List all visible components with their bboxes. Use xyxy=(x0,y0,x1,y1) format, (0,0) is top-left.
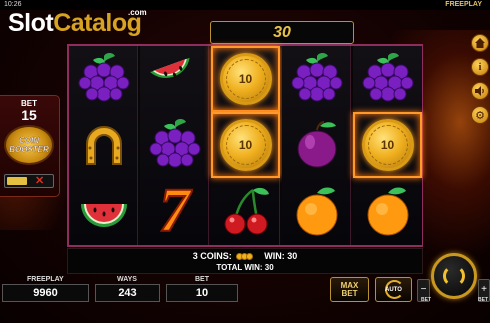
info-button[interactable]: i xyxy=(471,58,489,76)
spin-icon xyxy=(443,265,465,287)
freeplay-label: FREEPLAY xyxy=(27,276,64,283)
reel-cell xyxy=(282,178,351,244)
reel-cell xyxy=(353,46,422,112)
bet-value: 10 xyxy=(166,284,238,302)
win-result-line: 3 COINS: WIN: 30 xyxy=(68,251,422,261)
reel-cell xyxy=(69,46,138,112)
coin-icon: 10 xyxy=(219,53,272,105)
sound-button[interactable] xyxy=(471,82,489,100)
coins-count-label: 3 COINS: xyxy=(192,251,232,261)
reel-cell: 7 xyxy=(140,178,209,244)
reel-5: 10 xyxy=(353,46,422,245)
reel-cell xyxy=(140,112,209,178)
reel-1 xyxy=(69,46,138,245)
grapes-icon xyxy=(149,119,200,168)
booster-title-1: COIN xyxy=(19,136,39,145)
autoplay-button[interactable]: AUTO xyxy=(375,277,412,302)
reel-cell-winning: 10 xyxy=(211,46,280,112)
watermelon-icon xyxy=(149,57,190,78)
mode-label: FREEPLAY xyxy=(445,1,482,8)
bet-decrease-label: BET xyxy=(421,297,431,303)
reel-cell xyxy=(140,46,209,112)
home-icon xyxy=(475,38,485,48)
win-result-bar: 3 COINS: WIN: 30 TOTAL WIN: 30 xyxy=(67,248,423,274)
reels-frame: 7 10 10 10 xyxy=(67,44,423,247)
ways-label: WAYS xyxy=(117,276,137,283)
logo-suffix: .com xyxy=(128,8,147,17)
plum-icon xyxy=(297,121,336,168)
reel-cell xyxy=(211,178,280,244)
coin-icon: 10 xyxy=(219,119,272,171)
gear-icon: ⚙ xyxy=(475,109,485,122)
reel-4 xyxy=(282,46,351,245)
max-bet-button[interactable]: MAX BET xyxy=(330,277,369,302)
reel-cell xyxy=(69,112,138,178)
grapes-icon xyxy=(362,53,413,102)
win-amount-label: WIN: 30 xyxy=(264,251,298,261)
reel-cell xyxy=(282,46,351,112)
cherries-icon xyxy=(224,187,269,235)
horseshoe-icon xyxy=(85,126,122,165)
sound-icon xyxy=(475,86,484,96)
coin-value: 10 xyxy=(225,59,266,99)
total-win-label: TOTAL WIN: 30 xyxy=(216,263,274,272)
coin-value: 10 xyxy=(367,125,408,165)
coin-booster-panel: BET 15 COIN BOOSTER ✕ xyxy=(0,95,60,197)
reel-3: 10 10 xyxy=(211,46,280,245)
grapes-icon xyxy=(78,53,129,102)
seven-icon: 7 xyxy=(158,177,191,245)
logo: SlotCatalog xyxy=(8,9,142,38)
coin-booster-toggle[interactable]: ✕ xyxy=(4,174,54,188)
reel-cell-winning: 10 xyxy=(353,112,422,178)
coin-value: 10 xyxy=(225,125,266,165)
reel-cell xyxy=(69,178,138,244)
reel-cell xyxy=(282,112,351,178)
bet-increase-label: BET xyxy=(478,297,488,303)
ways-value: 243 xyxy=(95,284,160,302)
info-icon: i xyxy=(478,61,482,73)
grapes-icon xyxy=(291,53,342,102)
booster-title-2: BOOSTER xyxy=(9,145,49,154)
orange-icon xyxy=(367,187,408,236)
freeplay-balance: 9960 xyxy=(2,284,89,302)
close-icon: ✕ xyxy=(35,175,45,187)
orange-icon xyxy=(296,187,337,236)
reel-cell-winning: 10 xyxy=(211,112,280,178)
coin-icon: 10 xyxy=(361,119,414,171)
toggle-knob xyxy=(7,177,27,185)
coin-booster-badge: COIN BOOSTER xyxy=(4,125,54,165)
reel-2: 7 xyxy=(140,46,209,245)
watermelon-icon xyxy=(80,204,127,227)
logo-part1: Slot xyxy=(8,9,54,37)
spin-button[interactable] xyxy=(431,253,477,299)
autoplay-label: AUTO xyxy=(385,287,402,293)
settings-button[interactable]: ⚙ xyxy=(471,106,489,124)
home-button[interactable] xyxy=(471,34,489,52)
max-bet-line2: BET xyxy=(341,288,358,298)
bet-label: BET xyxy=(195,276,209,283)
coin-icon xyxy=(245,253,253,261)
win-banner: 30 xyxy=(210,21,354,44)
reel-cell xyxy=(353,178,422,244)
booster-bet-value: 15 xyxy=(21,107,37,123)
